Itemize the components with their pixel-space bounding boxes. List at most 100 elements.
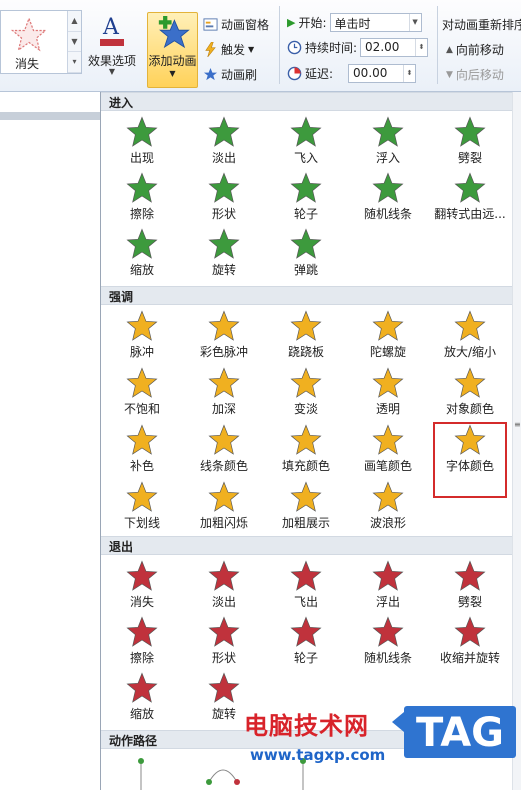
star-icon	[290, 310, 322, 341]
exit-effect-item[interactable]: 劈裂	[429, 556, 511, 614]
stepper-arrows-icon[interactable]: ⬍	[415, 39, 427, 56]
emphasis-effect-item[interactable]: 波浪形	[347, 477, 429, 535]
disappear-star-icon	[11, 17, 47, 52]
panel-scrollbar[interactable]: ≡	[512, 92, 521, 790]
effect-label: 飞入	[293, 151, 318, 165]
emphasis-effect-item[interactable]: 加粗闪烁	[183, 477, 265, 535]
emphasis-effect-item[interactable]: 填充颜色	[265, 420, 347, 478]
star-icon	[454, 116, 486, 147]
exit-effect-item[interactable]: 淡出	[183, 556, 265, 614]
animation-painter-button[interactable]: 动画刷	[203, 66, 257, 83]
delay-label: 延迟:	[305, 67, 334, 81]
add-animation-icon	[158, 16, 190, 49]
exit-effect-item[interactable]: 飞出	[265, 556, 347, 614]
exit-effect-item[interactable]: 轮子	[265, 612, 347, 670]
emphasis-effect-item[interactable]: 加深	[183, 363, 265, 421]
emphasis-effect-item[interactable]: 不饱和	[101, 363, 183, 421]
delay-stepper[interactable]: 00.00 ⬍	[348, 64, 417, 83]
entrance-effect-item[interactable]: 形状	[183, 168, 265, 226]
slide-bar	[0, 112, 100, 120]
exit-effect-item[interactable]: 随机线条	[347, 612, 429, 670]
animation-dropdown-panel: 进入 强调 退出 动作路径 ≡ 出现 淡出 飞入 浮入 劈裂 擦除 形状 轮子 随机线条 翻转式由…	[100, 92, 521, 790]
emphasis-effect-item[interactable]: 放大/缩小	[429, 306, 511, 364]
effect-label: 擦除	[129, 651, 154, 665]
exit-effect-item[interactable]: 缩放	[101, 668, 183, 726]
entrance-effect-item[interactable]: 劈裂	[429, 112, 511, 170]
start-row: ▶ 开始: 单击时 ▼	[287, 13, 422, 32]
exit-effect-item[interactable]: 形状	[183, 612, 265, 670]
add-animation-button[interactable]: 添加动画 ▼	[147, 12, 198, 88]
move-earlier-button[interactable]: ▲ 向前移动	[446, 41, 504, 58]
entrance-effect-item[interactable]: 出现	[101, 112, 183, 170]
entrance-effect-item[interactable]: 淡出	[183, 112, 265, 170]
emphasis-header: 强调	[101, 286, 513, 305]
effect-label: 下划线	[123, 516, 160, 530]
emphasis-effect-item[interactable]: 线条颜色	[183, 420, 265, 478]
animation-gallery[interactable]: 消失 ▲ ▼ ▾	[0, 10, 82, 74]
move-later-label: 向后移动	[455, 68, 504, 82]
emphasis-effect-item[interactable]: 对象颜色	[429, 363, 511, 421]
trigger-button[interactable]: 触发 ▼	[203, 41, 254, 58]
emphasis-effect-item[interactable]: 字体颜色	[429, 420, 511, 478]
animation-painter-icon	[203, 67, 218, 81]
emphasis-effect-item[interactable]: 画笔颜色	[347, 420, 429, 478]
star-icon	[290, 616, 322, 647]
entrance-effect-item[interactable]: 随机线条	[347, 168, 429, 226]
emphasis-effect-item[interactable]: 彩色脉冲	[183, 306, 265, 364]
star-icon	[208, 481, 240, 512]
trigger-label: 触发	[221, 43, 246, 57]
scroll-down-icon[interactable]: ▼	[68, 32, 81, 53]
reorder-title: 对动画重新排序	[442, 16, 521, 33]
watermark-site-name: 电脑技术网	[244, 712, 369, 740]
gallery-scrollbar[interactable]: ▲ ▼ ▾	[67, 11, 81, 73]
stepper-arrows-icon[interactable]: ⬍	[403, 65, 415, 82]
effect-label: 淡出	[211, 151, 236, 165]
start-label: 开始:	[298, 16, 327, 30]
reorder-title-label: 对动画重新排序	[442, 18, 521, 32]
emphasis-effect-item[interactable]: 补色	[101, 420, 183, 478]
effect-label: 浮出	[375, 595, 400, 609]
exit-effect-item[interactable]: 收缩并旋转	[429, 612, 511, 670]
emphasis-effect-item[interactable]: 脉冲	[101, 306, 183, 364]
delay-clock-icon	[287, 66, 302, 81]
gallery-more-icon[interactable]: ▾	[68, 52, 81, 73]
duration-row: 持续时间: 02.00 ⬍	[287, 38, 429, 57]
effect-options-button[interactable]: A 效果选项 ▼	[84, 14, 140, 76]
star-icon	[126, 424, 158, 455]
scroll-grip-icon[interactable]: ≡	[514, 420, 521, 429]
entrance-effect-item[interactable]: 飞入	[265, 112, 347, 170]
emphasis-effect-item[interactable]: 透明	[347, 363, 429, 421]
emphasis-effect-item[interactable]: 下划线	[101, 477, 183, 535]
effect-label: 随机线条	[363, 207, 412, 221]
animation-pane-button[interactable]: 动画窗格	[203, 16, 269, 33]
entrance-effect-item[interactable]: 缩放	[101, 224, 183, 282]
effect-label: 淡出	[211, 595, 236, 609]
entrance-effect-item[interactable]: 弹跳	[265, 224, 347, 282]
entrance-effect-item[interactable]: 翻转式由远...	[429, 168, 511, 226]
star-icon	[126, 560, 158, 591]
effect-label: 旋转	[211, 263, 236, 277]
duration-stepper[interactable]: 02.00 ⬍	[360, 38, 429, 57]
star-icon	[454, 616, 486, 647]
path-line-icon	[138, 758, 144, 790]
entrance-effect-item[interactable]: 轮子	[265, 168, 347, 226]
lightning-icon	[205, 42, 216, 57]
scroll-up-icon[interactable]: ▲	[68, 11, 81, 32]
chevron-down-icon: ▼	[408, 14, 421, 31]
entrance-effect-item[interactable]: 擦除	[101, 168, 183, 226]
star-icon	[372, 172, 404, 203]
emphasis-effect-item[interactable]: 跷跷板	[265, 306, 347, 364]
emphasis-effect-item[interactable]: 加粗展示	[265, 477, 347, 535]
star-icon	[208, 672, 240, 703]
exit-effect-item[interactable]: 浮出	[347, 556, 429, 614]
entrance-effect-item[interactable]: 旋转	[183, 224, 265, 282]
exit-effect-item[interactable]: 消失	[101, 556, 183, 614]
emphasis-effect-item[interactable]: 陀螺旋	[347, 306, 429, 364]
path-line-item[interactable]	[121, 758, 203, 790]
emphasis-effect-item[interactable]: 变淡	[265, 363, 347, 421]
start-select[interactable]: 单击时 ▼	[329, 13, 422, 32]
watermark-url: www.tagxp.com	[250, 746, 386, 764]
entrance-effect-item[interactable]: 浮入	[347, 112, 429, 170]
move-later-button[interactable]: ▼ 向后移动	[446, 66, 504, 83]
exit-effect-item[interactable]: 擦除	[101, 612, 183, 670]
